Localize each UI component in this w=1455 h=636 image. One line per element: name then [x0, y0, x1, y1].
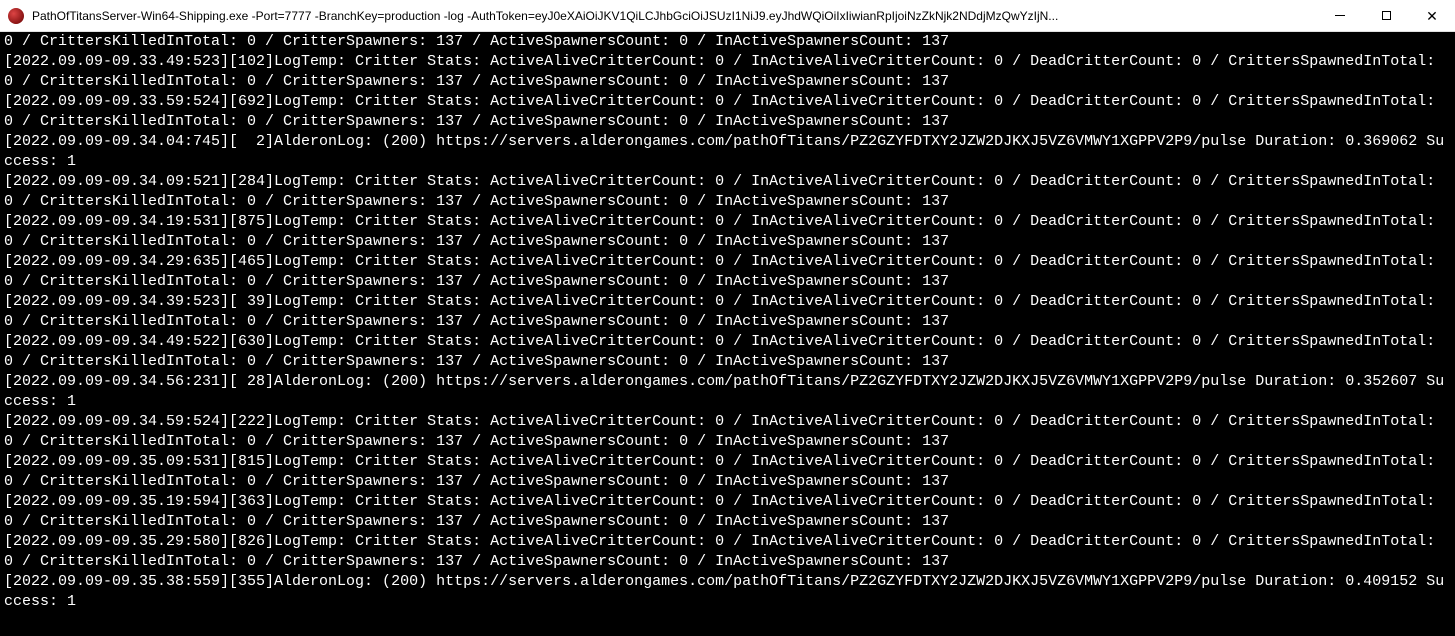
log-line: [2022.09.09-09.34.56:231][ 28]AlderonLog… — [4, 372, 1451, 412]
app-icon — [8, 8, 24, 24]
log-line: [2022.09.09-09.34.49:522][630]LogTemp: C… — [4, 332, 1451, 372]
window-controls: ✕ — [1317, 0, 1455, 31]
log-line: [2022.09.09-09.33.49:523][102]LogTemp: C… — [4, 52, 1451, 92]
console-output[interactable]: 0 / CrittersKilledInTotal: 0 / CritterSp… — [0, 32, 1455, 636]
log-line: [2022.09.09-09.35.09:531][815]LogTemp: C… — [4, 452, 1451, 492]
log-line: [2022.09.09-09.35.19:594][363]LogTemp: C… — [4, 492, 1451, 532]
log-line: [2022.09.09-09.35.29:580][826]LogTemp: C… — [4, 532, 1451, 572]
close-button[interactable]: ✕ — [1409, 0, 1455, 31]
minimize-button[interactable] — [1317, 0, 1363, 31]
log-line: [2022.09.09-09.34.59:524][222]LogTemp: C… — [4, 412, 1451, 452]
log-line: [2022.09.09-09.34.04:745][ 2]AlderonLog:… — [4, 132, 1451, 172]
window-title: PathOfTitansServer-Win64-Shipping.exe -P… — [32, 9, 1317, 23]
log-line: [2022.09.09-09.35.38:559][355]AlderonLog… — [4, 572, 1451, 612]
close-icon: ✕ — [1426, 9, 1438, 23]
log-line: 0 / CrittersKilledInTotal: 0 / CritterSp… — [4, 32, 1451, 52]
log-line: [2022.09.09-09.34.39:523][ 39]LogTemp: C… — [4, 292, 1451, 332]
minimize-icon — [1335, 15, 1345, 16]
maximize-button[interactable] — [1363, 0, 1409, 31]
log-line: [2022.09.09-09.34.19:531][875]LogTemp: C… — [4, 212, 1451, 252]
log-line: [2022.09.09-09.33.59:524][692]LogTemp: C… — [4, 92, 1451, 132]
log-line: [2022.09.09-09.34.09:521][284]LogTemp: C… — [4, 172, 1451, 212]
maximize-icon — [1382, 11, 1391, 20]
log-line: [2022.09.09-09.34.29:635][465]LogTemp: C… — [4, 252, 1451, 292]
title-bar: PathOfTitansServer-Win64-Shipping.exe -P… — [0, 0, 1455, 32]
